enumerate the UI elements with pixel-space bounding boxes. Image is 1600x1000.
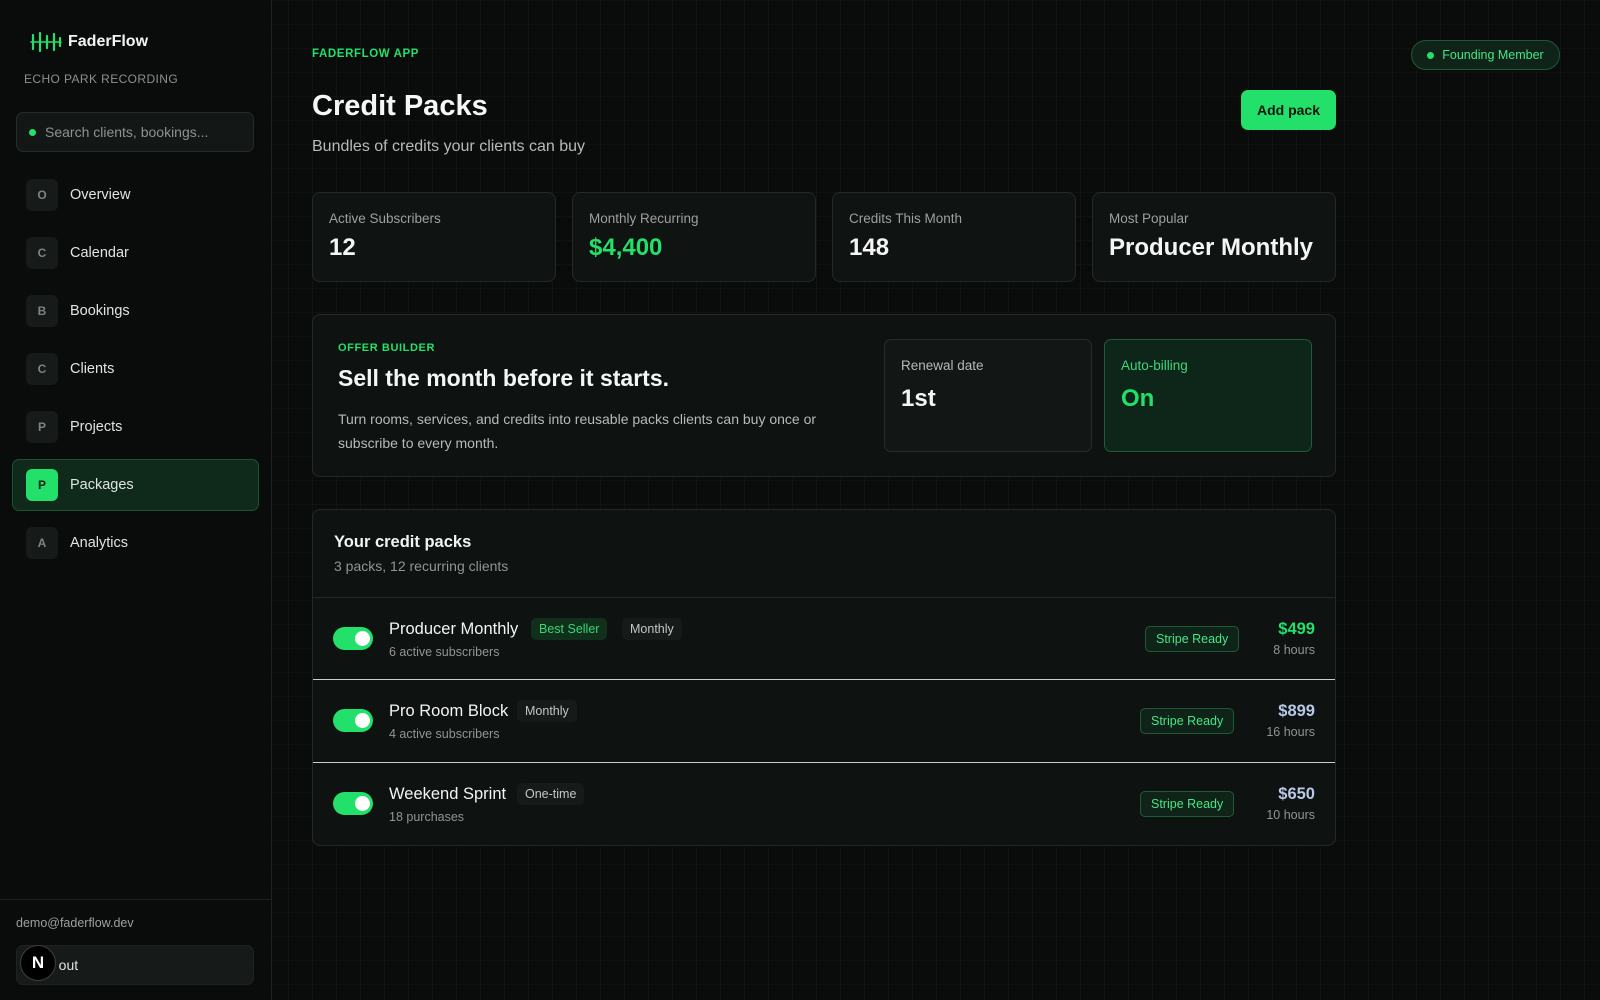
sidebar-item-label: Packages (70, 477, 134, 493)
stat-label: Credits This Month (849, 211, 963, 226)
page-title: Credit Packs (312, 90, 488, 122)
pack-meta: 4 active subscribers (389, 727, 500, 741)
credit-packs-panel: Your credit packs 3 packs, 12 recurring … (312, 509, 1336, 846)
pack-enabled-toggle[interactable] (333, 792, 373, 815)
sidebar-item-label: Projects (70, 419, 123, 435)
pack-name: Weekend Sprint (389, 785, 507, 803)
sidebar-item-label: Clients (70, 361, 115, 377)
page-subtitle: Bundles of credits your clients can buy (312, 138, 586, 155)
search-status-dot-icon (29, 128, 36, 136)
pack-name: Pro Room Block (389, 702, 509, 720)
sidebar-item-label: Bookings (70, 303, 130, 319)
studio-name: ECHO PARK RECORDING (24, 72, 179, 86)
sidebar: FaderFlow ECHO PARK RECORDING O Overview… (0, 0, 272, 1000)
sidebar-item-label: Calendar (70, 245, 129, 261)
founding-member-label: Founding Member (1442, 48, 1544, 62)
projects-icon: P (26, 411, 58, 443)
pack-row-producer-monthly[interactable]: Producer Monthly Best Seller Monthly 6 a… (313, 597, 1335, 679)
analytics-icon: A (26, 527, 58, 559)
renewal-date-value: 1st (901, 385, 936, 412)
sidebar-item-label: Analytics (70, 535, 129, 551)
sidebar-item-projects[interactable]: P Projects (12, 401, 271, 453)
calendar-icon: C (26, 237, 58, 269)
stripe-status-badge: Stripe Ready (1140, 791, 1235, 817)
renewal-date-card[interactable]: Renewal date 1st (884, 339, 1092, 452)
packages-icon: P (26, 469, 58, 501)
pack-hours: 8 hours (1273, 643, 1315, 657)
packs-title: Your credit packs (334, 533, 472, 551)
user-email: demo@faderflow.dev (16, 916, 134, 930)
status-dot-icon (1427, 51, 1435, 59)
pack-row-pro-room-block[interactable]: Pro Room Block Monthly 4 active subscrib… (313, 679, 1335, 761)
pack-meta: 18 purchases (389, 810, 465, 824)
search-box[interactable] (16, 112, 254, 152)
sidebar-item-bookings[interactable]: B Bookings (12, 285, 271, 337)
offer-description: Turn rooms, services, and credits into r… (338, 411, 817, 451)
toggle-knob (355, 713, 370, 728)
pack-price: $899 (1278, 702, 1315, 720)
offer-eyebrow: OFFER BUILDER (338, 342, 436, 354)
sidebar-item-label: Overview (70, 187, 131, 203)
sidebar-item-clients[interactable]: C Clients (12, 343, 271, 395)
pack-hours: 10 hours (1266, 808, 1315, 822)
auto-billing-card[interactable]: Auto-billing On (1104, 339, 1312, 452)
founding-member-badge: Founding Member (1411, 40, 1560, 70)
pack-enabled-toggle[interactable] (333, 709, 373, 732)
sidebar-item-overview[interactable]: O Overview (12, 169, 271, 221)
offer-title: Sell the month before it starts. (338, 365, 669, 391)
page-eyebrow: FADERFLOW APP (312, 48, 420, 60)
auto-billing-label: Auto-billing (1121, 358, 1188, 373)
stat-value: 148 (849, 234, 890, 261)
sidebar-item-calendar[interactable]: C Calendar (12, 227, 271, 279)
avatar[interactable]: N (20, 945, 56, 981)
pack-row-weekend-sprint[interactable]: Weekend Sprint One-time 18 purchases Str… (313, 762, 1335, 844)
renewal-date-label: Renewal date (901, 358, 984, 373)
pack-meta: 6 active subscribers (389, 645, 500, 659)
billing-type-tag: Monthly (517, 700, 577, 722)
sidebar-item-packages[interactable]: P Packages (12, 459, 259, 511)
clients-icon: C (26, 353, 58, 385)
toggle-knob (355, 631, 370, 646)
brand-name: FaderFlow (68, 33, 149, 50)
pack-price: $499 (1278, 620, 1315, 638)
stat-value: $4,400 (589, 234, 663, 261)
overview-icon: O (26, 179, 58, 211)
stat-card-credits-this-month: Credits This Month 148 (832, 192, 1076, 282)
waveform-logo-icon (30, 31, 62, 53)
toggle-knob (355, 796, 370, 811)
sidebar-item-analytics[interactable]: A Analytics (12, 517, 271, 569)
stat-card-monthly-recurring: Monthly Recurring $4,400 (572, 192, 816, 282)
search-input[interactable] (45, 124, 235, 140)
pack-name: Producer Monthly (389, 620, 519, 638)
pack-price: $650 (1278, 785, 1315, 803)
pack-enabled-toggle[interactable] (333, 627, 373, 650)
sidebar-footer-divider (0, 899, 271, 900)
best-seller-tag: Best Seller (531, 618, 608, 640)
add-pack-button[interactable]: Add pack (1241, 90, 1336, 130)
bookings-icon: B (26, 295, 58, 327)
stat-value: Producer Monthly (1109, 234, 1314, 261)
offer-builder-panel: OFFER BUILDER Sell the month before it s… (312, 314, 1336, 477)
packs-subtitle: 3 packs, 12 recurring clients (334, 558, 509, 574)
stat-label: Monthly Recurring (589, 211, 699, 226)
stat-label: Most Popular (1109, 211, 1189, 226)
stat-card-active-subscribers: Active Subscribers 12 (312, 192, 556, 282)
stripe-status-badge: Stripe Ready (1140, 708, 1235, 734)
pack-hours: 16 hours (1266, 725, 1315, 739)
billing-type-tag: One-time (517, 783, 585, 805)
stat-card-most-popular: Most Popular Producer Monthly (1092, 192, 1336, 282)
stripe-status-badge: Stripe Ready (1145, 626, 1240, 652)
stat-value: 12 (329, 234, 356, 261)
stat-label: Active Subscribers (329, 211, 441, 226)
billing-type-tag: Monthly (622, 618, 682, 640)
brand[interactable]: FaderFlow (30, 30, 148, 54)
auto-billing-value: On (1121, 385, 1155, 412)
